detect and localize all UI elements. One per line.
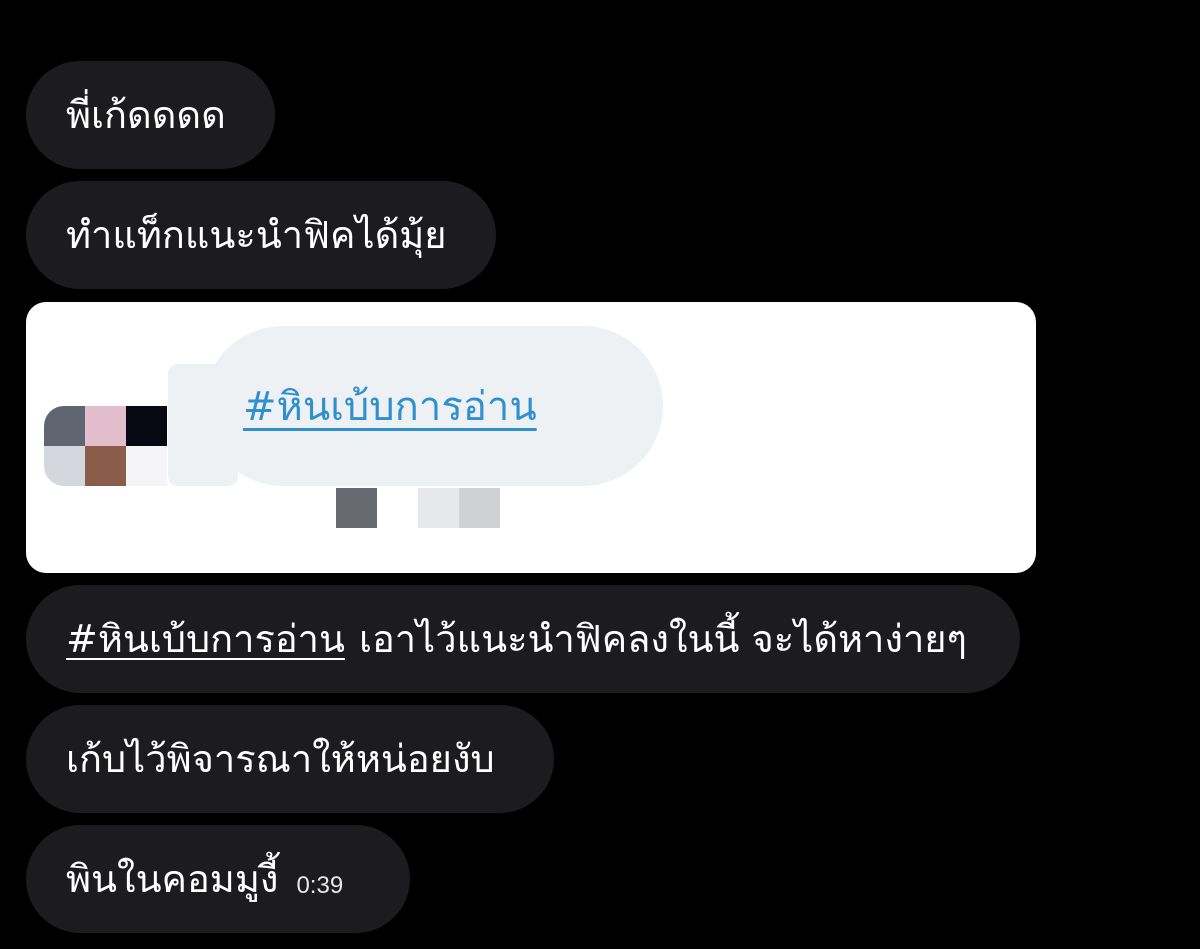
message-bubble[interactable]: พี่เก้ดดดด [26, 61, 275, 169]
message-text: พินในคอมมูงี้ [66, 857, 279, 901]
message-bubble[interactable]: #หินเบ้บการอ่าน เอาไว้แนะนำฟิคลงในนี้ จะ… [26, 585, 1020, 693]
image-attachment[interactable]: #หินเบ้บการอ่าน [26, 302, 1036, 573]
message-text: เก้บไว้พิจารณาให้หน่อยงับ [66, 737, 495, 781]
hashtag-link: #หินเบ้บการอ่าน [243, 384, 537, 430]
pixelated-avatar-block [85, 406, 126, 446]
message-text: พี่เก้ดดดด [66, 93, 226, 137]
pixelated-avatar-block [85, 446, 126, 486]
pixelated-avatar-block [126, 446, 167, 486]
pixelated-avatar-block [44, 446, 85, 486]
message-bubble[interactable]: เก้บไว้พิจารณาให้หน่อยงับ [26, 705, 554, 813]
message-text: ทำแท็กแนะนำฟิคได้มุ้ย [66, 213, 447, 257]
message-bubble[interactable]: พินในคอมมูงี้ 0:39 [26, 825, 410, 933]
pixelated-block [336, 488, 377, 528]
pixelated-avatar-block [126, 406, 167, 446]
message-text: เอาไว้แนะนำฟิคลงในนี้ จะได้หาง่ายๆ [359, 617, 967, 661]
message-bubble[interactable]: ทำแท็กแนะนำฟิคได้มุ้ย [26, 181, 496, 289]
hashtag-bubble: #หินเบ้บการอ่าน [203, 326, 663, 486]
pixelated-block [459, 488, 500, 528]
message-timestamp: 0:39 [296, 872, 344, 899]
pixelated-block [418, 488, 459, 528]
pixelated-avatar-block [44, 406, 85, 446]
hashtag-link[interactable]: #หินเบ้บการอ่าน [66, 620, 345, 658]
